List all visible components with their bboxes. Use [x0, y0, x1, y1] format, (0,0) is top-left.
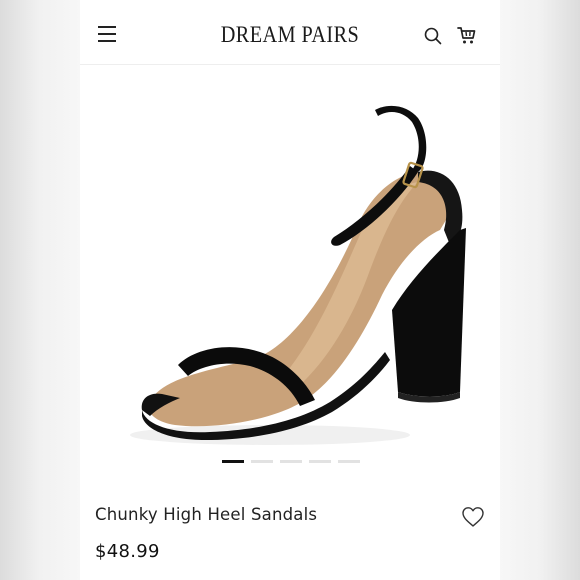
- search-button[interactable]: [423, 26, 443, 46]
- carousel-dot-4[interactable]: [309, 460, 331, 463]
- product-page: DREAM PAIRS Chunky High Heel Sandals $48…: [80, 0, 500, 580]
- product-price: $48.99: [95, 541, 160, 562]
- search-icon: [424, 27, 442, 45]
- shopping-cart-icon: [457, 27, 476, 44]
- sandal-image: [130, 105, 466, 445]
- cart-button[interactable]: [456, 25, 478, 47]
- product-image[interactable]: [100, 80, 480, 450]
- carousel-dot-3[interactable]: [280, 460, 302, 463]
- carousel-dot-1[interactable]: [222, 460, 244, 463]
- app-header: DREAM PAIRS: [80, 0, 500, 65]
- wishlist-button[interactable]: [461, 506, 485, 528]
- heart-outline-icon: [462, 507, 484, 527]
- carousel-dot-5[interactable]: [338, 460, 360, 463]
- product-title: Chunky High Heel Sandals: [95, 505, 318, 524]
- carousel-dot-2[interactable]: [251, 460, 273, 463]
- brand-logo[interactable]: DREAM PAIRS: [105, 22, 475, 48]
